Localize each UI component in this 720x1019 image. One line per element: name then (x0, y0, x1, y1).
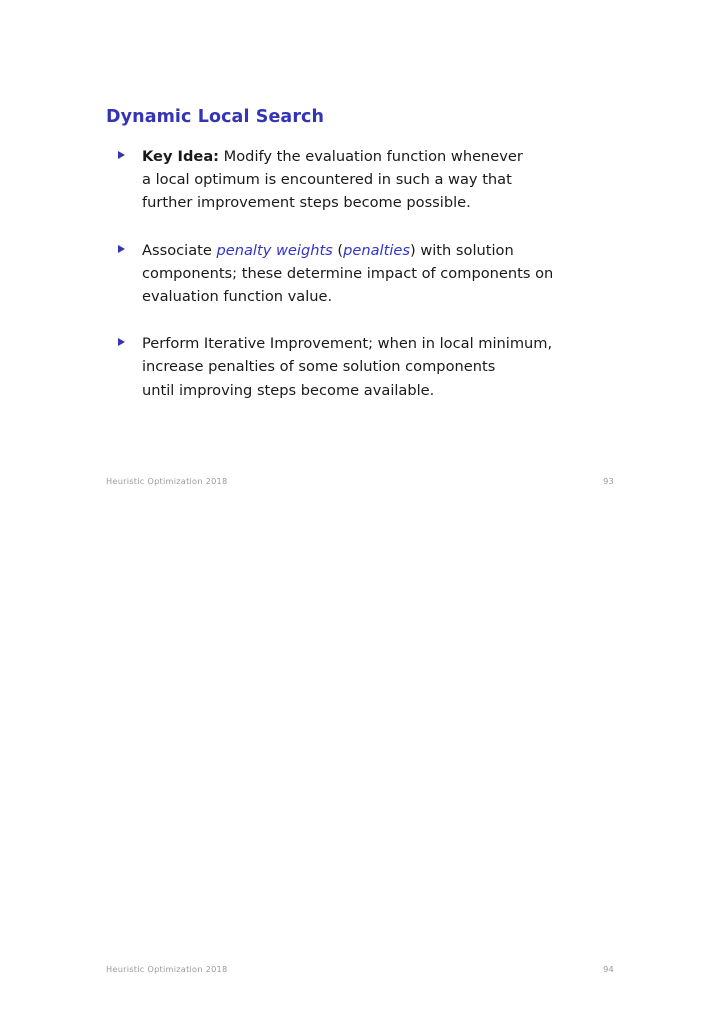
bullet-lead-label: Key Idea: (142, 148, 220, 165)
bullet-list: Key Idea: Modify the evaluation function… (118, 145, 598, 402)
slide-footer: Heuristic Optimization 2018 94 (106, 964, 614, 974)
slide-deck-page: Dynamic Local Search Key Idea: Modify th… (0, 0, 720, 1019)
footer-page-number: 94 (603, 964, 614, 974)
list-item: Associate penalty weights (penalties) wi… (118, 239, 598, 309)
bullet-text: Associate penalty weights (penalties) wi… (142, 239, 598, 309)
slide-footer: Heuristic Optimization 2018 93 (106, 476, 614, 486)
bullet-mid: ( (332, 241, 344, 259)
page-title: Dynamic Local Search (106, 107, 325, 127)
list-item: Perform Iterative Improvement; when in l… (118, 332, 598, 402)
footer-course-label: Heuristic Optimization 2018 (106, 964, 228, 974)
list-item: Key Idea: Modify the evaluation function… (118, 145, 598, 215)
emphasis-penalty-weights: penalty weights (216, 241, 333, 259)
triangle-bullet-icon (118, 244, 125, 253)
slide-dynamic-local-search: Dynamic Local Search Key Idea: Modify th… (0, 0, 720, 509)
bullet-text: Perform Iterative Improvement; when in l… (142, 332, 598, 402)
emphasis-penalties: penalties (343, 241, 410, 259)
bullet-text: Key Idea: Modify the evaluation function… (142, 145, 598, 215)
footer-page-number: 93 (603, 476, 614, 486)
footer-course-label: Heuristic Optimization 2018 (106, 476, 228, 486)
slide-dls-algorithm: Dynamic Local Search (DLS): determine in… (0, 509, 720, 1019)
bullet-prefix: Associate (142, 241, 217, 259)
bullet-body: Perform Iterative Improvement; when in l… (142, 335, 553, 399)
triangle-bullet-icon (118, 151, 125, 159)
triangle-bullet-icon (118, 338, 125, 347)
